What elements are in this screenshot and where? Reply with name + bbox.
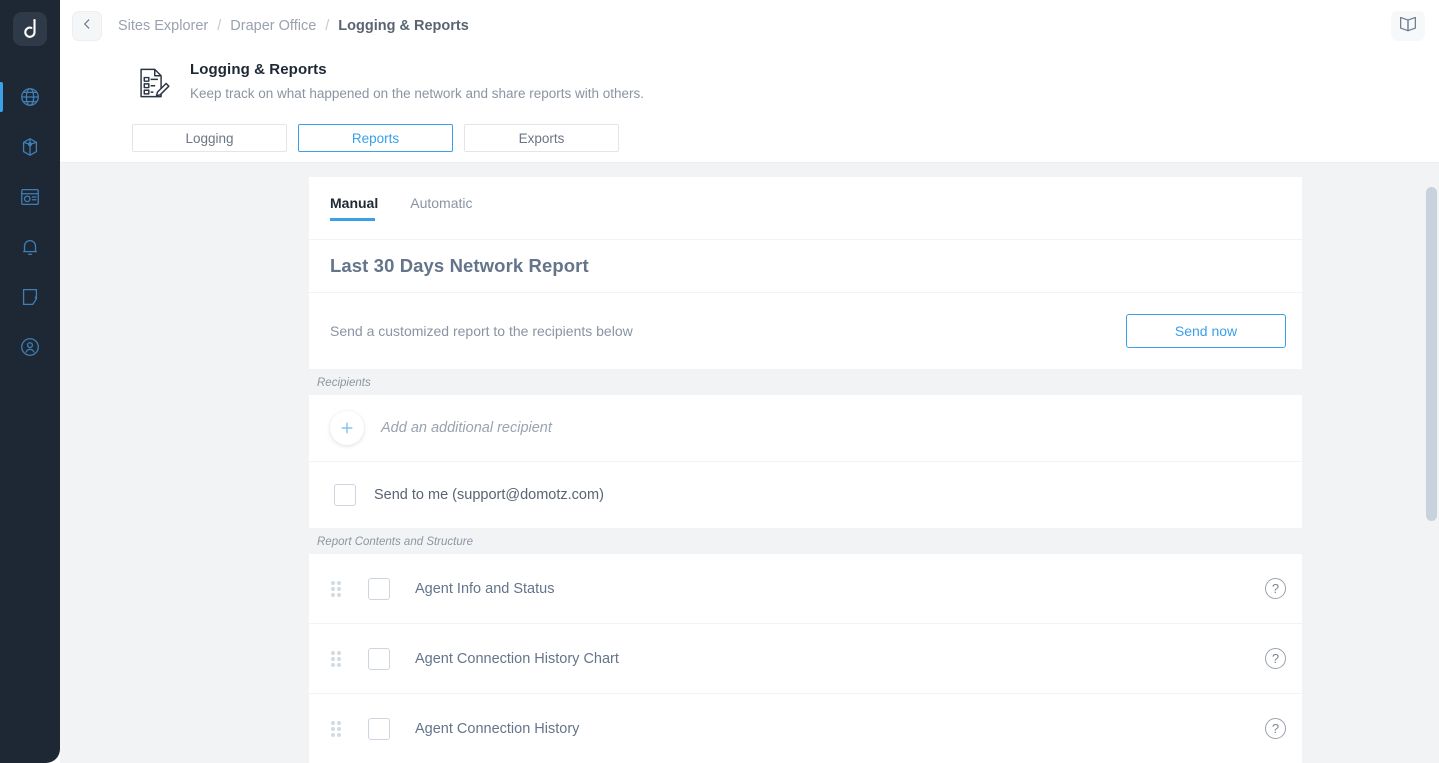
page-header-text: Logging & Reports Keep track on what hap…: [176, 60, 644, 102]
tab-automatic[interactable]: Automatic: [410, 195, 472, 221]
breadcrumb-separator: /: [325, 18, 330, 34]
table-row: Agent Info and Status ?: [309, 554, 1302, 623]
breadcrumb-item-sites-explorer[interactable]: Sites Explorer: [118, 18, 208, 34]
app-root: Sites Explorer / Draper Office / Logging…: [0, 0, 1439, 763]
topology-cube-icon: [19, 136, 41, 158]
send-to-me-row: Send to me (support@domotz.com): [309, 462, 1302, 528]
breadcrumb-item-current: Logging & Reports: [338, 18, 469, 34]
chevron-left-icon: [80, 17, 94, 36]
page-title: Logging & Reports: [190, 61, 327, 78]
sidebar-item-topology[interactable]: [0, 122, 60, 172]
sidebar-item-alerts[interactable]: [0, 222, 60, 272]
page-subtitle: Keep track on what happened on the netwo…: [190, 86, 645, 101]
scrollbar-track[interactable]: [1424, 163, 1439, 763]
top-bar: Sites Explorer / Draper Office / Logging…: [60, 0, 1439, 52]
domotz-logo-icon[interactable]: [13, 12, 47, 46]
help-icon[interactable]: ?: [1265, 648, 1286, 669]
content-label: Agent Connection History: [415, 720, 580, 737]
table-row: Agent Connection History ?: [309, 694, 1302, 763]
content-checkbox[interactable]: [368, 717, 390, 740]
section-tabs: Logging Reports Exports: [60, 110, 1439, 162]
alerts-bell-icon: [19, 236, 41, 258]
tab-reports[interactable]: Reports: [298, 124, 453, 152]
content-label: Agent Info and Status: [415, 580, 555, 597]
send-description: Send a customized report to the recipien…: [330, 323, 633, 339]
send-to-me-checkbox[interactable]: [334, 484, 356, 506]
tab-logging[interactable]: Logging: [132, 124, 287, 152]
rail-items: [0, 72, 60, 372]
breadcrumb: Sites Explorer / Draper Office / Logging…: [118, 18, 469, 34]
breadcrumb-item-draper-office[interactable]: Draper Office: [230, 18, 316, 34]
help-icon[interactable]: ?: [1265, 578, 1286, 599]
send-now-button[interactable]: Send now: [1126, 314, 1286, 348]
tab-manual[interactable]: Manual: [330, 195, 378, 221]
content-checkbox[interactable]: [368, 577, 390, 600]
contents-group-label: Report Contents and Structure: [317, 536, 473, 548]
report-title: Last 30 Days Network Report: [330, 255, 589, 276]
recipients-group-label: Recipients: [317, 377, 371, 389]
back-button[interactable]: [72, 11, 102, 41]
report-panel: Manual Automatic Last 30 Days Network Re…: [309, 177, 1302, 763]
main-column: Sites Explorer / Draper Office / Logging…: [60, 0, 1439, 763]
breadcrumb-separator: /: [217, 18, 222, 34]
dashboard-window-icon: [19, 186, 41, 208]
drag-handle-icon[interactable]: [330, 580, 342, 597]
send-report-card: Send a customized report to the recipien…: [309, 293, 1302, 369]
page-header: Logging & Reports Keep track on what hap…: [60, 52, 1439, 110]
send-to-me-label: Send to me (support@domotz.com): [374, 487, 604, 503]
drag-handle-icon[interactable]: [330, 720, 342, 737]
add-recipient-row[interactable]: Add an additional recipient: [309, 395, 1302, 461]
report-document-icon: [132, 60, 176, 108]
sidebar-item-account[interactable]: [0, 322, 60, 372]
notes-page-icon: [19, 286, 41, 308]
documentation-button[interactable]: [1391, 11, 1425, 41]
sidebar-item-network[interactable]: [0, 72, 60, 122]
content-inner: Manual Automatic Last 30 Days Network Re…: [60, 163, 1439, 763]
report-title-card: Last 30 Days Network Report: [309, 240, 1302, 292]
sidebar-item-notes[interactable]: [0, 272, 60, 322]
add-recipient-placeholder: Add an additional recipient: [381, 420, 552, 436]
sidebar-item-dashboard[interactable]: [0, 172, 60, 222]
network-globe-icon: [19, 86, 41, 108]
active-indicator: [0, 82, 3, 112]
content-checkbox[interactable]: [368, 647, 390, 670]
content-scroll-region: Manual Automatic Last 30 Days Network Re…: [60, 162, 1439, 763]
user-account-icon: [19, 336, 41, 358]
add-recipient-button[interactable]: [330, 411, 364, 445]
tab-exports[interactable]: Exports: [464, 124, 619, 152]
content-label: Agent Connection History Chart: [415, 650, 619, 667]
help-icon[interactable]: ?: [1265, 718, 1286, 739]
table-row: Agent Connection History Chart ?: [309, 624, 1302, 693]
left-rail: [0, 0, 60, 763]
book-icon: [1398, 15, 1418, 38]
drag-handle-icon[interactable]: [330, 650, 342, 667]
scrollbar-thumb[interactable]: [1426, 187, 1437, 521]
report-mode-tabs: Manual Automatic: [309, 177, 1302, 239]
